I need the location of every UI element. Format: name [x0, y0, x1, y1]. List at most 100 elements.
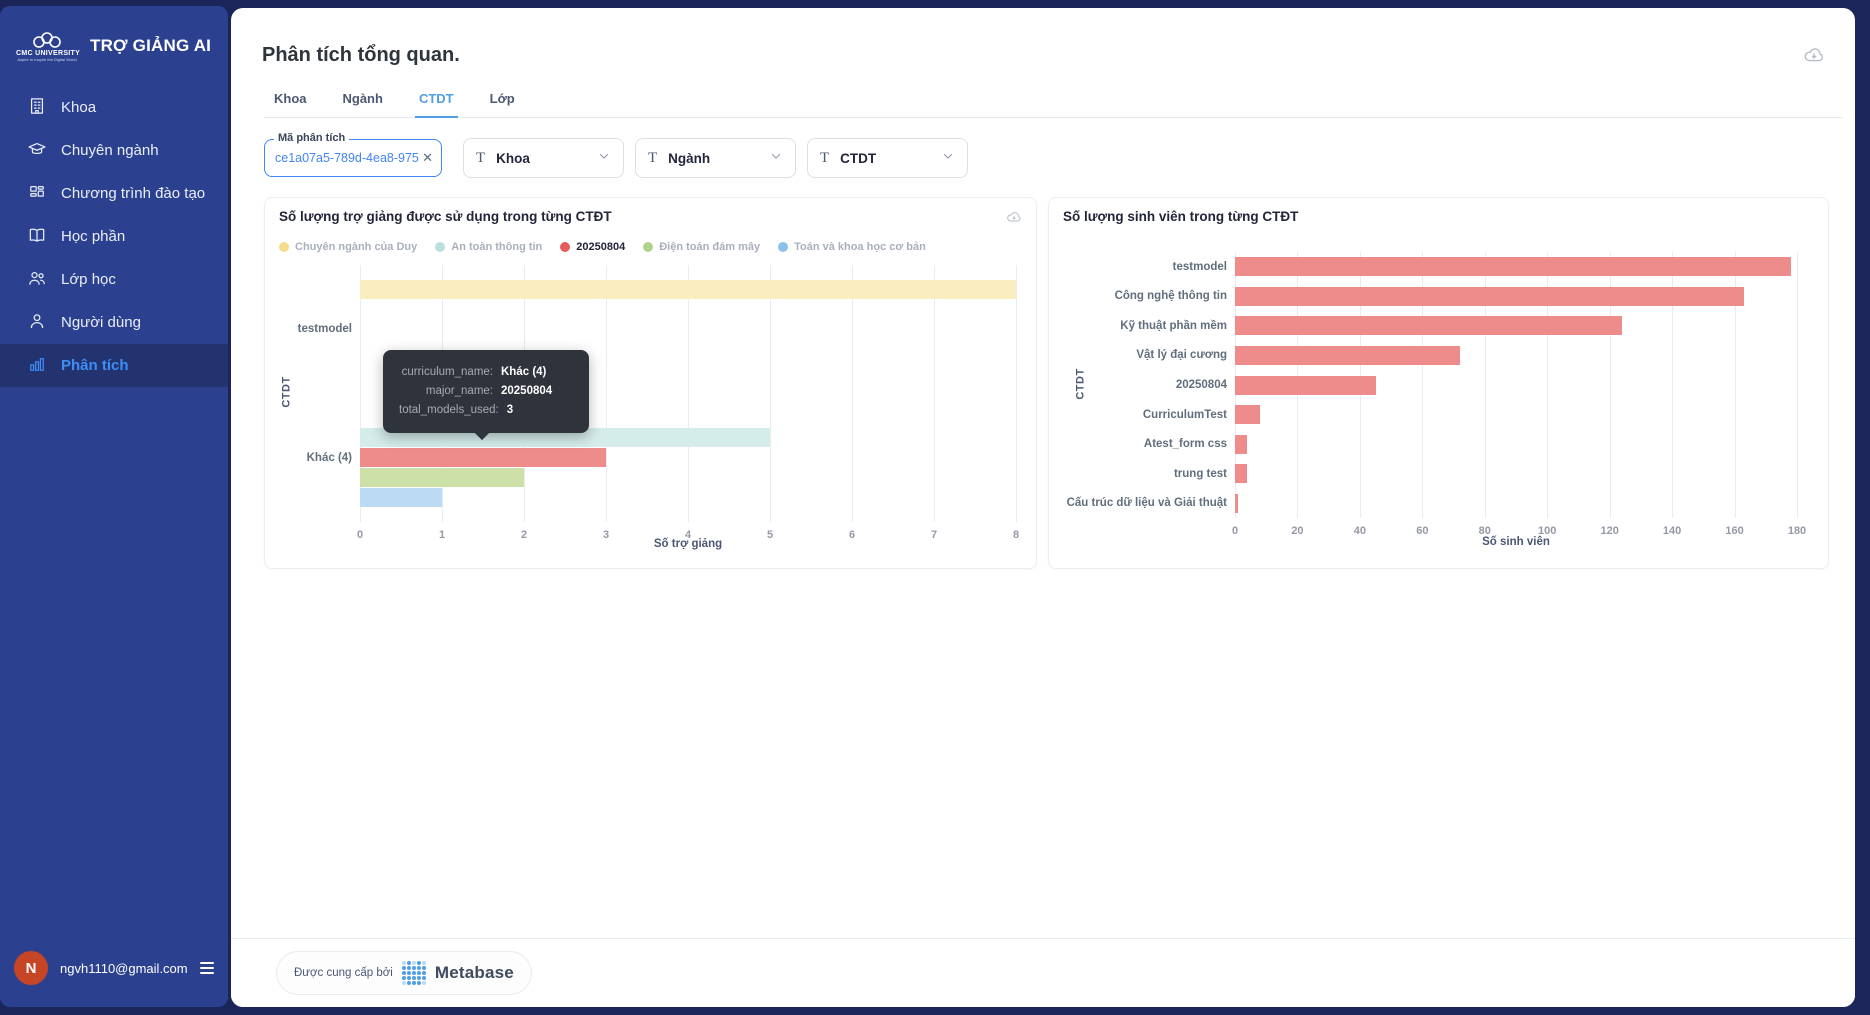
gridline [606, 265, 607, 522]
bar-20250804[interactable] [360, 448, 606, 467]
legend-item-an-toan-thong-tin[interactable]: An toàn thông tin [435, 241, 542, 253]
category-label: CurriculumTest [1143, 409, 1227, 421]
tab-ctdt[interactable]: CTDT [415, 91, 458, 118]
sidebar-item-phan-tich[interactable]: Phân tích [0, 344, 228, 387]
metabase-powered-pill[interactable]: Được cung cấp bởi Metabase [276, 951, 532, 995]
hamburger-icon[interactable] [200, 959, 214, 977]
bar-vat-ly-dai-cuong[interactable] [1235, 346, 1460, 365]
filter-dropdown-nganh[interactable]: TNgành [635, 138, 796, 178]
x-tick-label: 2 [521, 529, 527, 541]
gridline [688, 265, 689, 522]
dropdown-label: CTDT [840, 151, 930, 166]
metabase-dot [417, 976, 421, 980]
x-tick-label: 60 [1416, 525, 1428, 537]
x-axis-label: Số trợ giảng [654, 538, 722, 550]
y-axis-label: CTDT [281, 376, 293, 407]
graduation-cap-icon [27, 139, 47, 163]
building-icon [27, 96, 47, 120]
tab-lop[interactable]: Lớp [486, 91, 519, 117]
metabase-dot [407, 961, 411, 965]
category-label: testmodel [1173, 261, 1227, 273]
category-label: trung test [1174, 468, 1227, 480]
bar-trung-test[interactable] [1235, 464, 1247, 483]
sidebar-item-chuyen-nganh[interactable]: Chuyên ngành [0, 129, 228, 172]
chart-legend: Chuyên ngành của Duy An toàn thông tin 202… [279, 241, 1036, 253]
tooltip-label: total_models_used: [399, 401, 499, 420]
sidebar-item-label: Chương trình đào tạo [61, 185, 205, 202]
bar-ky-thuat-phan-mem[interactable] [1235, 316, 1622, 335]
user-row: N ngvh1110@gmail.com [0, 951, 228, 985]
sidebar-item-khoa[interactable]: Khoa [0, 86, 228, 129]
logo-org-name: CMC UNIVERSITY [16, 50, 78, 57]
filter-dropdown-ctdt[interactable]: TCTDT [807, 138, 968, 178]
legend-label: 20250804 [576, 241, 625, 253]
gridline [770, 265, 771, 522]
bar-atest-form-css[interactable] [1235, 435, 1247, 454]
bar-20250804[interactable] [1235, 376, 1376, 395]
bar-dien-toan-dam-may[interactable] [360, 468, 524, 487]
charts-row: Số lượng trợ giảng được sử dụng trong từ… [264, 197, 1829, 569]
legend-dot [560, 242, 570, 252]
metabase-dot [402, 976, 406, 980]
metabase-dot [417, 971, 421, 975]
dropdown-label: Khoa [496, 151, 586, 166]
bar-curriculumtest[interactable] [1235, 405, 1260, 424]
metabase-dot [412, 961, 416, 965]
bar-chuyen-nganh-cua-duy[interactable] [360, 280, 1016, 299]
analysis-id-value: ce1a07a5-789d-4ea8-975 [275, 151, 420, 165]
category-label: Công nghệ thông tin [1115, 290, 1227, 302]
bar-chart-icon [27, 354, 47, 378]
metabase-dot [417, 966, 421, 970]
chart-tooltip: curriculum_name:Khác (4)major_name:20250… [383, 350, 589, 433]
category-label: 20250804 [1176, 379, 1227, 391]
user-email: ngvh1110@gmail.com [60, 961, 188, 976]
tab-khoa[interactable]: Khoa [270, 91, 311, 117]
tooltip-label: major_name: [399, 382, 493, 401]
avatar[interactable]: N [14, 951, 48, 985]
bar-cong-nghe-thong-tin[interactable] [1235, 287, 1744, 306]
legend-item-20250804[interactable]: 20250804 [560, 241, 625, 253]
clear-icon[interactable]: ✕ [420, 150, 433, 166]
chart-card-sinh-vien: Số lượng sinh viên trong từng CTĐT 02040… [1048, 197, 1829, 569]
filter-dropdowns: T Khoa TNgành TCTDT [463, 138, 968, 178]
text-filter-icon: T [476, 150, 485, 167]
metabase-dot [417, 961, 421, 965]
metabase-dot [412, 981, 416, 985]
bar-testmodel[interactable] [1235, 257, 1791, 276]
metabase-dot [407, 981, 411, 985]
sidebar-item-hoc-phan[interactable]: Học phần [0, 215, 228, 258]
bar-cau-truc-du-lieu-va-giai-thuat[interactable] [1235, 494, 1238, 513]
x-tick-label: 8 [1013, 529, 1019, 541]
legend-item-toan-va-khoa-hoc-co-ban[interactable]: Toán và khoa học cơ bản [778, 241, 926, 253]
category-label: Cấu trúc dữ liệu và Giải thuật [1067, 497, 1227, 509]
cloud-download-icon[interactable] [1006, 209, 1022, 230]
main-footer: Được cung cấp bởi Metabase [231, 938, 1855, 1007]
sidebar-item-nguoi-dung[interactable]: Người dùng [0, 301, 228, 344]
sidebar-item-chuong-trinh-dao-tao[interactable]: Chương trình đào tạo [0, 172, 228, 215]
analysis-id-label: Mã phân tích [274, 132, 349, 144]
tooltip-row: major_name:20250804 [399, 382, 573, 401]
metabase-dot [407, 966, 411, 970]
tooltip-row: curriculum_name:Khác (4) [399, 363, 573, 382]
x-axis-label: Số sinh viên [1482, 536, 1550, 548]
x-tick-label: 1 [439, 529, 445, 541]
main-panel: Phân tích tổng quan. KhoaNgànhCTDTLớp Mã… [231, 8, 1855, 1007]
gridline [852, 265, 853, 522]
tab-nganh[interactable]: Ngành [339, 91, 387, 117]
cloud-download-icon[interactable] [1803, 44, 1825, 71]
sidebar-item-lop-hoc[interactable]: Lớp học [0, 258, 228, 301]
sidebar: CMC UNIVERSITY Aspire to Inspire the Dig… [0, 6, 228, 1007]
legend-item-dien-toan-dam-may[interactable]: Điện toán đám mây [643, 241, 760, 253]
legend-label: Toán và khoa học cơ bản [794, 241, 926, 253]
legend-dot [643, 242, 653, 252]
card-header: Số lượng sinh viên trong từng CTĐT [1049, 198, 1828, 224]
legend-item-chuyen-nganh-cua-duy[interactable]: Chuyên ngành của Duy [279, 241, 417, 253]
category-label: Kỹ thuật phần mềm [1120, 320, 1227, 332]
bar-toan-va-khoa-hoc-co-ban[interactable] [360, 488, 442, 507]
metabase-dot [407, 976, 411, 980]
cmc-logo-icon [30, 30, 64, 50]
metabase-dot [412, 966, 416, 970]
filter-dropdown-khoa[interactable]: T Khoa [463, 138, 624, 178]
sidebar-item-label: Phân tích [61, 357, 129, 374]
analysis-id-input[interactable]: Mã phân tích ce1a07a5-789d-4ea8-975 ✕ [264, 139, 442, 177]
